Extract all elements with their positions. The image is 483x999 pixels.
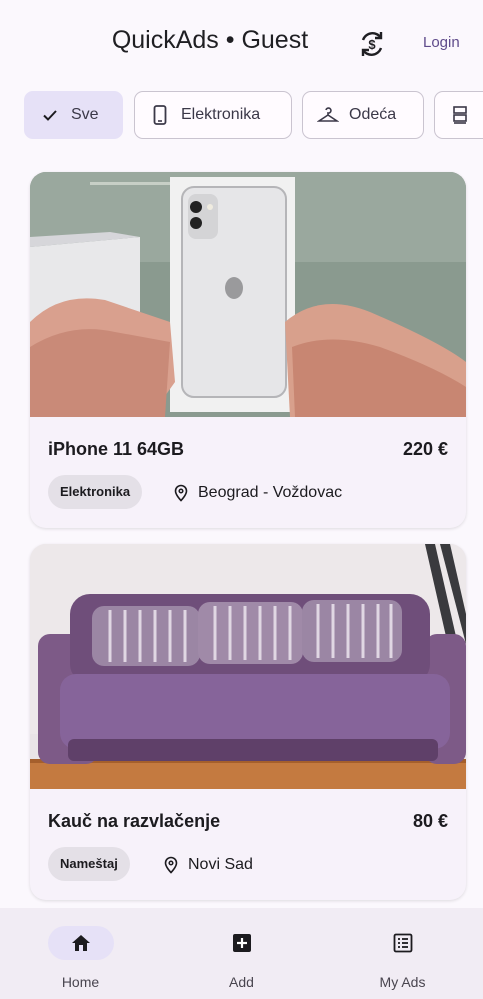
hanger-icon: [317, 104, 339, 126]
ad-card[interactable]: iPhone 11 64GB 220 € Elektronika Beograd…: [30, 172, 466, 528]
chip-label: Odeća: [349, 106, 397, 123]
ad-category-badge: Nameštaj: [48, 847, 130, 881]
furniture-icon: [449, 104, 471, 126]
category-filter-chips: Sve Elektronika Odeća: [24, 91, 483, 139]
chip-label: Elektronika: [181, 106, 261, 123]
nav-label: Home: [61, 974, 100, 990]
location-pin-icon: [172, 484, 190, 502]
nav-label: Add: [229, 974, 254, 990]
chip-sve[interactable]: Sve: [24, 91, 123, 139]
app-bar: QuickAds • Guest $ Login: [0, 0, 483, 88]
ad-category-badge: Elektronika: [48, 475, 143, 509]
ad-location: Novi Sad: [162, 855, 253, 875]
svg-text:$: $: [368, 37, 376, 52]
ad-price: 80 €: [412, 811, 448, 831]
ad-location-text: Novi Sad: [188, 856, 253, 873]
chip-namestaj[interactable]: [434, 91, 483, 139]
list-icon: [370, 926, 436, 960]
ad-photo: [30, 172, 466, 417]
ad-title: iPhone 11 64GB: [48, 439, 185, 459]
ad-price: 220 €: [402, 439, 448, 459]
chip-elektronika[interactable]: Elektronika: [134, 91, 292, 139]
ad-location: Beograd - Voždovac: [172, 483, 342, 503]
nav-my-ads[interactable]: My Ads: [322, 908, 483, 999]
nav-label: My Ads: [379, 974, 426, 990]
currency-exchange-icon[interactable]: $: [355, 27, 389, 61]
check-icon: [39, 104, 61, 126]
login-button[interactable]: Login: [423, 34, 460, 51]
add-box-icon: [209, 926, 275, 960]
nav-home[interactable]: Home: [0, 908, 161, 999]
chip-odeca[interactable]: Odeća: [302, 91, 424, 139]
phone-icon: [149, 104, 171, 126]
chip-label: Sve: [71, 106, 99, 123]
ad-title: Kauč na razvlačenje: [48, 811, 221, 831]
home-icon: [48, 926, 114, 960]
location-pin-icon: [162, 856, 180, 874]
bottom-navigation: Home Add My Ads: [0, 908, 483, 999]
ad-card[interactable]: Kauč na razvlačenje 80 € Nameštaj Novi S…: [30, 544, 466, 900]
ad-photo: [30, 544, 466, 789]
nav-add[interactable]: Add: [161, 908, 322, 999]
ad-location-text: Beograd - Voždovac: [198, 484, 343, 501]
